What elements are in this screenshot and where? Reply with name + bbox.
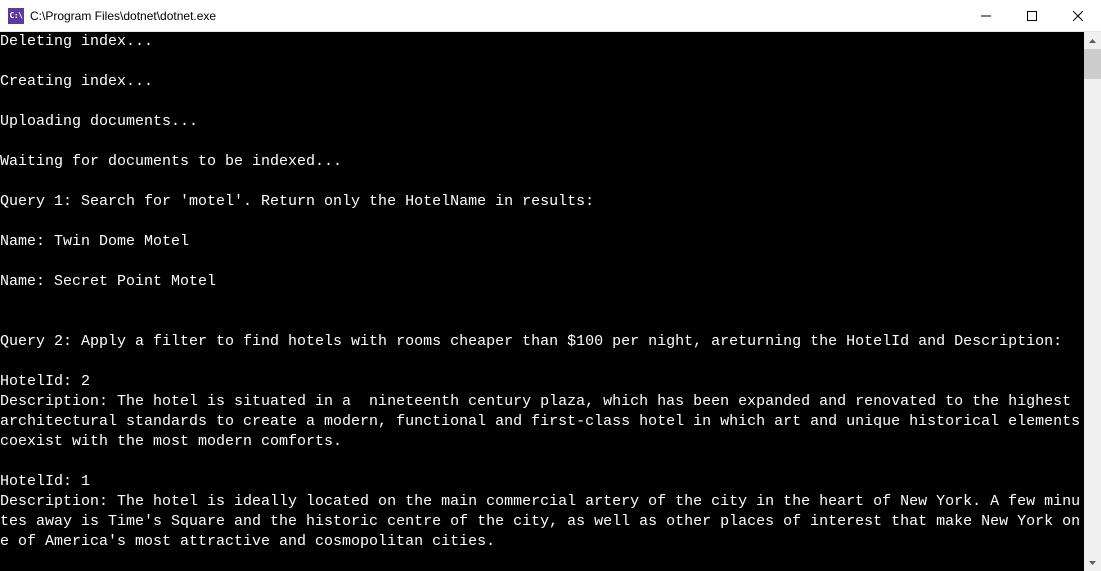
app-icon: C:\ <box>8 8 24 24</box>
scrollbar-thumb[interactable] <box>1084 49 1101 79</box>
maximize-button[interactable] <box>1009 0 1055 31</box>
console-container: Deleting index... Creating index... Uplo… <box>0 32 1101 571</box>
window-controls <box>963 0 1101 31</box>
scrollbar-down-arrow[interactable] <box>1084 554 1101 571</box>
close-button[interactable] <box>1055 0 1101 31</box>
vertical-scrollbar[interactable] <box>1084 32 1101 571</box>
window-title: C:\Program Files\dotnet\dotnet.exe <box>30 9 963 23</box>
console-output[interactable]: Deleting index... Creating index... Uplo… <box>0 32 1084 571</box>
minimize-button[interactable] <box>963 0 1009 31</box>
scrollbar-track[interactable] <box>1084 49 1101 554</box>
scrollbar-up-arrow[interactable] <box>1084 32 1101 49</box>
window-titlebar: C:\ C:\Program Files\dotnet\dotnet.exe <box>0 0 1101 32</box>
